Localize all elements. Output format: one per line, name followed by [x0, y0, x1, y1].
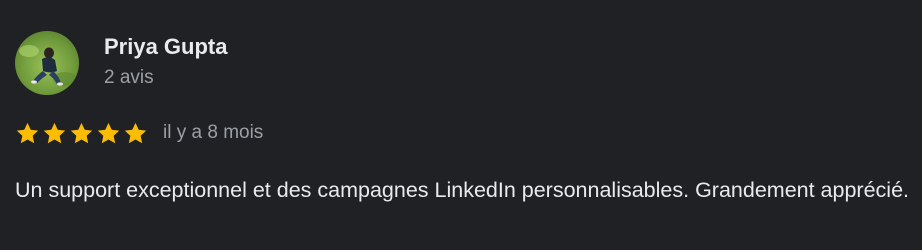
- review-card: Priya Gupta 2 avis il y a 8 mois Un supp…: [0, 0, 922, 250]
- star-icon: [124, 122, 147, 143]
- star-icon: [16, 122, 39, 143]
- star-rating: [15, 121, 148, 146]
- star-icon: [43, 122, 66, 143]
- review-text: Un support exceptionnel et des campagnes…: [15, 178, 910, 202]
- author-review-count[interactable]: 2 avis: [104, 66, 154, 90]
- user-photo-avatar-icon: [15, 31, 79, 95]
- review-date: il y a 8 mois: [163, 122, 264, 143]
- author-name[interactable]: Priya Gupta: [104, 33, 227, 61]
- star-icon: [97, 122, 120, 143]
- star-icon: [70, 122, 93, 143]
- avatar[interactable]: [15, 31, 79, 95]
- rating-row: il y a 8 mois: [15, 119, 263, 147]
